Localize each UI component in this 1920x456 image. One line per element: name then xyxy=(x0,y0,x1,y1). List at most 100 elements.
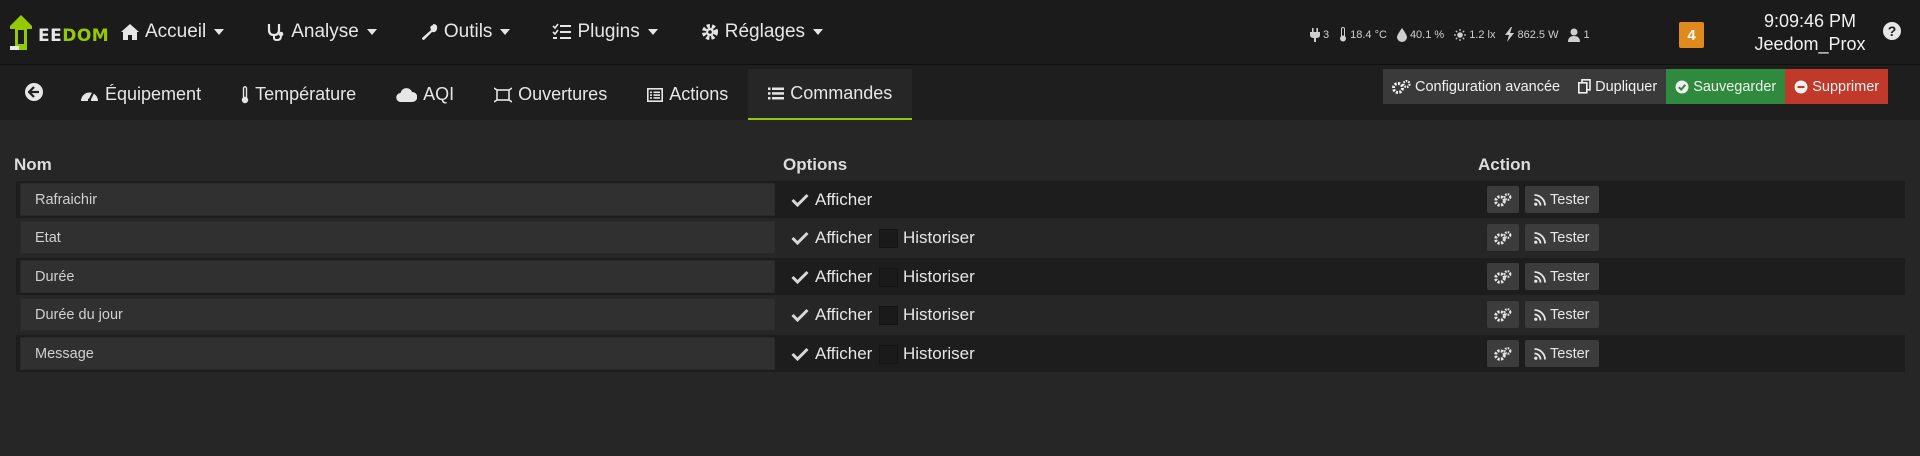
save-label: Sauvegarder xyxy=(1693,78,1777,95)
historiser-checkbox[interactable] xyxy=(879,306,898,325)
menu-plugins-label: Plugins xyxy=(577,21,640,42)
user-icon xyxy=(1568,28,1581,42)
tab-temperature[interactable]: Température xyxy=(221,69,376,120)
afficher-checkbox[interactable]: Afficher xyxy=(791,335,872,372)
summary-outlets[interactable]: 3 xyxy=(1310,27,1330,42)
historiser-checkbox[interactable] xyxy=(879,345,898,364)
afficher-label: Afficher xyxy=(815,189,873,209)
menu-accueil-label: Accueil xyxy=(145,21,207,42)
table-row: Durée Afficher Historiser Tester xyxy=(16,258,1905,295)
summary-power-value: 862.5 W xyxy=(1517,28,1559,41)
menu-plugins[interactable]: Plugins xyxy=(550,0,675,64)
menu-outils-label: Outils xyxy=(443,21,493,42)
command-name-input[interactable]: Durée du jour xyxy=(20,298,775,331)
jeedom-logo[interactable]: EEDOM xyxy=(8,10,109,54)
column-header-options: Options xyxy=(783,155,848,174)
historiser-checkbox[interactable] xyxy=(879,229,898,248)
test-label: Tester xyxy=(1550,191,1590,208)
rss-icon xyxy=(1534,193,1546,206)
afficher-checkbox[interactable]: Afficher xyxy=(791,181,872,218)
hostname: Jeedom_Prox xyxy=(1754,34,1866,54)
bolt-icon xyxy=(1505,27,1515,42)
check-circle-icon xyxy=(1675,80,1689,93)
summary-presence-value: 1 xyxy=(1583,28,1590,41)
summary-temperature-value: 18.4 °C xyxy=(1350,28,1387,41)
tab-equipement[interactable]: Équipement xyxy=(60,69,221,120)
afficher-checkbox[interactable]: Afficher xyxy=(791,219,872,256)
command-name-input[interactable]: Durée xyxy=(20,260,775,293)
afficher-checkbox[interactable]: Afficher xyxy=(791,296,872,333)
advanced-config-button[interactable]: Configuration avancée xyxy=(1383,69,1570,104)
messages-badge[interactable]: 4 xyxy=(1679,22,1704,48)
tab-aqi[interactable]: AQI xyxy=(376,69,474,120)
gear-icon xyxy=(701,24,718,40)
summary-luminosity[interactable]: 1.2 lx xyxy=(1454,28,1496,41)
test-button[interactable]: Tester xyxy=(1525,340,1599,367)
menu-analyse[interactable]: Analyse xyxy=(264,0,395,64)
menu-reglages[interactable]: Réglages xyxy=(698,0,841,64)
help-icon[interactable]: ? xyxy=(1883,22,1901,40)
cogs-icon xyxy=(1494,307,1512,322)
delete-label: Supprimer xyxy=(1812,78,1880,95)
command-name-input[interactable]: Rafraichir xyxy=(20,183,775,216)
tint-icon xyxy=(1396,27,1407,42)
tab-actions[interactable]: Actions xyxy=(627,69,748,120)
historiser-checkbox[interactable] xyxy=(879,268,898,287)
chevron-down-icon xyxy=(214,29,225,35)
tab-equipement-label: Équipement xyxy=(105,84,202,104)
tab-ouvertures[interactable]: Ouvertures xyxy=(474,69,627,120)
tab-actions-label: Actions xyxy=(669,84,729,104)
save-button[interactable]: Sauvegarder xyxy=(1666,69,1786,104)
command-name-input[interactable]: Etat xyxy=(20,221,775,254)
afficher-label: Afficher xyxy=(815,266,873,286)
table-row: Message Afficher Historiser Tester xyxy=(16,335,1905,372)
global-summary: 3 18.4 °C 40.1 % 1.2 lx 862.5 W 1 xyxy=(1310,27,1600,42)
historiser-label: Historiser xyxy=(903,304,975,324)
toolbar: Configuration avancée Dupliquer Sauvegar… xyxy=(1383,69,1889,104)
test-button[interactable]: Tester xyxy=(1525,186,1599,213)
historiser-label: Historiser xyxy=(903,227,975,247)
command-config-button[interactable] xyxy=(1487,301,1519,328)
back-icon[interactable] xyxy=(25,83,43,101)
summary-power[interactable]: 862.5 W xyxy=(1505,27,1558,42)
tab-aqi-label: AQI xyxy=(423,84,455,104)
delete-button[interactable]: Supprimer xyxy=(1785,69,1889,104)
list-alt-icon xyxy=(647,87,664,102)
chevron-down-icon xyxy=(366,29,377,35)
command-config-button[interactable] xyxy=(1487,224,1519,251)
command-config-button[interactable] xyxy=(1487,340,1519,367)
menu-outils[interactable]: Outils xyxy=(417,0,529,64)
menu-reglages-label: Réglages xyxy=(724,21,806,42)
command-config-button[interactable] xyxy=(1487,186,1519,213)
check-icon xyxy=(791,193,809,207)
table-row: Durée du jour Afficher Historiser Tester xyxy=(16,296,1905,333)
afficher-checkbox[interactable]: Afficher xyxy=(791,258,872,295)
cloud-icon xyxy=(396,87,418,102)
test-label: Tester xyxy=(1550,268,1590,285)
tab-commandes-label: Commandes xyxy=(790,83,893,103)
summary-luminosity-value: 1.2 lx xyxy=(1469,28,1496,41)
duplicate-button[interactable]: Dupliquer xyxy=(1569,69,1667,104)
copy-icon xyxy=(1578,79,1591,94)
check-icon xyxy=(791,231,809,245)
menu-accueil[interactable]: Accueil xyxy=(118,0,242,64)
afficher-label: Afficher xyxy=(815,343,873,363)
summary-outlets-value: 3 xyxy=(1323,28,1330,41)
test-button[interactable]: Tester xyxy=(1525,263,1599,290)
test-button[interactable]: Tester xyxy=(1525,224,1599,251)
test-button[interactable]: Tester xyxy=(1525,301,1599,328)
summary-presence[interactable]: 1 xyxy=(1568,28,1590,42)
commands-panel: Nom Options Action Rafraichir Afficher T… xyxy=(8,120,1905,456)
tab-commandes[interactable]: Commandes xyxy=(748,69,913,120)
command-name-input[interactable]: Message xyxy=(20,337,775,370)
chevron-down-icon xyxy=(813,29,824,35)
rss-icon xyxy=(1534,347,1546,360)
command-config-button[interactable] xyxy=(1487,263,1519,290)
tachometer-icon xyxy=(81,92,98,102)
summary-temperature[interactable]: 18.4 °C xyxy=(1339,27,1387,42)
cogs-icon xyxy=(1494,269,1512,284)
summary-humidity[interactable]: 40.1 % xyxy=(1396,27,1444,42)
tab-temperature-label: Température xyxy=(255,84,357,104)
cogs-icon xyxy=(1494,346,1512,361)
rss-icon xyxy=(1534,231,1546,244)
